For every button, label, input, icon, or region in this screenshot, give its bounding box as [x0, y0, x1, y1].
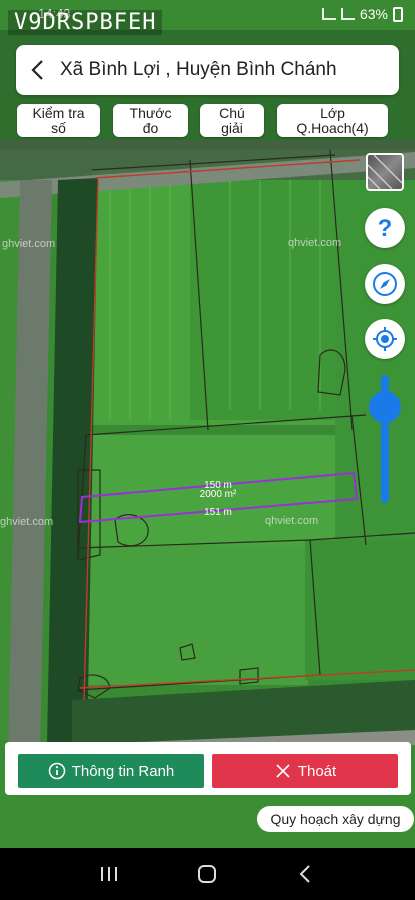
location-title: Xã Bình Lợi , Huyện Bình Chánh [60, 59, 337, 80]
boundary-info-label: Thông tin Ranh [71, 762, 175, 780]
chevron-left-icon [31, 60, 43, 80]
status-icons: 63% [321, 6, 403, 22]
location-header: Xã Bình Lợi , Huyện Bình Chánh [16, 45, 399, 95]
exit-button[interactable]: Thoát [212, 754, 398, 788]
signal-icon [340, 8, 355, 20]
construction-plan-label: Quy hoạch xây dựng [270, 811, 401, 827]
tool-label-line1: Chú [219, 105, 245, 121]
exit-label: Thoát [297, 762, 337, 780]
back-nav-button[interactable] [294, 862, 318, 886]
compass-icon [373, 272, 397, 296]
tool-label-line1: Lớp [320, 105, 345, 121]
close-icon [276, 764, 290, 778]
help-icon: ? [378, 215, 393, 242]
tool-label-line1: Thước [129, 105, 172, 121]
svg-text:?: ? [378, 215, 393, 242]
signal-icon [321, 8, 336, 20]
recent-apps-icon [101, 867, 118, 881]
layers-icon [368, 155, 402, 189]
battery-percent: 63% [359, 6, 388, 22]
construction-plan-button[interactable]: Quy hoạch xây dựng [257, 806, 414, 832]
home-button[interactable] [195, 862, 219, 886]
battery-icon [393, 6, 403, 22]
map-watermark: ghviet.com [2, 238, 56, 250]
help-button[interactable]: ? [365, 208, 405, 248]
map-layer-button[interactable] [366, 153, 404, 191]
tool-label-line2: đo [142, 120, 159, 136]
back-button[interactable] [16, 45, 60, 95]
system-nav-bar [0, 848, 415, 900]
ruler-button[interactable]: Thước đo [113, 104, 188, 137]
crosshair-icon [373, 327, 397, 351]
tool-label-line2: giải [221, 120, 243, 136]
recent-apps-button[interactable] [97, 862, 121, 886]
status-bar: 14:43 V9DRSPBFEH 63% [0, 0, 415, 35]
map-watermark: ghviet.com [0, 516, 54, 528]
plot-length-bottom: 151 m [204, 507, 232, 518]
home-icon [198, 865, 217, 883]
boundary-info-button[interactable]: Thông tin Ranh [18, 754, 204, 788]
tool-label-line2: Q.Hoach(4) [296, 120, 369, 136]
map-watermark: qhviet.com [288, 237, 342, 249]
planning-layer-button[interactable]: Lớp Q.Hoach(4) [277, 104, 388, 137]
info-icon [48, 762, 65, 780]
tool-label-line2: số [51, 120, 66, 136]
legend-button[interactable]: Chú giải [200, 104, 264, 137]
my-location-button[interactable] [365, 319, 405, 359]
map-watermark: qhviet.com [265, 515, 319, 527]
plot-area: 2000 m² [199, 489, 237, 500]
screenshot-watermark: V9DRSPBFEH [8, 10, 163, 35]
compass-button[interactable] [365, 264, 405, 304]
check-number-button[interactable]: Kiểm tra số [17, 104, 100, 137]
zoom-slider-thumb[interactable] [369, 391, 401, 423]
tool-label-line1: Kiểm tra [32, 105, 85, 121]
back-icon [299, 865, 310, 883]
